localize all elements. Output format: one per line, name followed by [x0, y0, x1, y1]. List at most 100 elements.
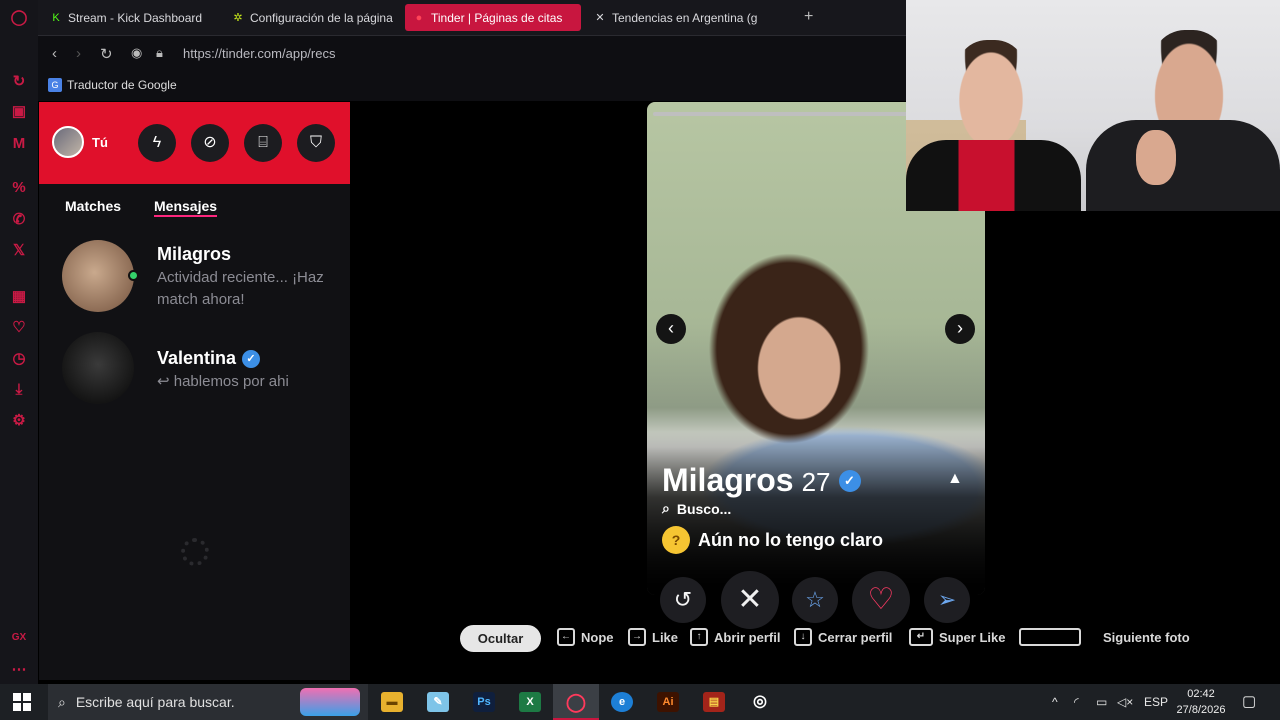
more-icon[interactable]: ⋯ — [9, 660, 29, 680]
tab-tinder[interactable]: ● Tinder | Páginas de citas — [405, 4, 581, 31]
reload-icon[interactable]: ↻ — [100, 45, 113, 63]
compass-icon: ⊘ — [203, 134, 217, 151]
new-tab-button[interactable]: + — [804, 8, 813, 26]
battery-icon[interactable]: ▭ — [1096, 684, 1107, 720]
arrow-right-key-icon: → — [628, 628, 646, 646]
notes-app-icon[interactable]: ✎ — [427, 692, 449, 712]
verified-badge-icon: ✓ — [838, 469, 861, 492]
webcam-overlay — [906, 0, 1280, 211]
download-icon[interactable]: ⤓ — [9, 380, 29, 400]
rewind-button[interactable]: ↺ — [660, 577, 706, 623]
tab-settings[interactable]: ✲ Configuración de la página — [224, 4, 400, 31]
notifications-icon[interactable]: ▢ — [1242, 684, 1256, 720]
back-icon[interactable]: ‹ — [52, 45, 57, 62]
lock-icon[interactable]: 🔒︎ — [156, 45, 163, 61]
close-icon: ✕ — [737, 583, 763, 616]
x-icon[interactable]: 𝕏 — [9, 241, 29, 261]
arrow-down-key-icon: ↓ — [794, 628, 812, 646]
chevron-up-icon[interactable]: ^ — [1052, 684, 1058, 720]
looking-for-value: ? Aún no lo tengo claro — [662, 526, 883, 554]
kick-icon: K — [52, 11, 60, 24]
clock-icon[interactable]: ◷ — [9, 349, 29, 369]
taskbar-search[interactable]: ⌕ Escribe aquí para buscar. — [48, 684, 368, 720]
apps-icon[interactable]: ▦ — [9, 287, 29, 307]
settings-icon[interactable]: ⚙ — [9, 411, 29, 431]
tab-trends[interactable]: ✕ Tendencias en Argentina (g — [586, 4, 758, 31]
google-translate-icon: G — [48, 78, 62, 92]
thinking-face-icon: ? — [662, 526, 690, 554]
shortcut-open-profile: ↑ Abrir perfil — [690, 628, 780, 646]
my-profile-button[interactable]: Tú — [52, 126, 108, 158]
arrow-left-key-icon: ← — [557, 628, 575, 646]
search-highlight-icon — [300, 688, 360, 716]
whatsapp-icon[interactable]: ✆ — [9, 210, 29, 230]
tab-label: Stream - Kick Dashboard — [68, 10, 203, 25]
wallet-icon[interactable]: ▣ — [9, 102, 29, 122]
avatar — [62, 332, 134, 404]
like-button[interactable]: ♡ — [852, 571, 910, 629]
open-profile-icon[interactable]: ▲ — [947, 470, 963, 488]
previous-photo-button[interactable]: ‹ — [656, 314, 686, 344]
streamer-left-jacket — [906, 140, 1081, 211]
nope-button[interactable]: ✕ — [721, 571, 779, 629]
super-like-button[interactable]: ☆ — [792, 577, 838, 623]
boost-button[interactable]: ϟ — [138, 124, 176, 162]
volume-muted-icon[interactable]: ◁× — [1117, 684, 1133, 720]
clock[interactable]: 02:42 27/8/2026 — [1172, 686, 1230, 718]
conversation-name: Valentina ✓ — [157, 348, 261, 369]
conversation-preview: Actividad reciente... ¡Haz match ahora! — [157, 269, 324, 308]
forward-icon[interactable]: › — [76, 45, 81, 62]
obs-icon[interactable]: ◎ — [749, 692, 771, 712]
heart-icon[interactable]: ♡ — [9, 318, 29, 338]
tab-matches[interactable]: Matches — [65, 198, 121, 214]
profile-name-row: Milagros 27 ✓ — [662, 462, 861, 499]
conversation-item[interactable]: Valentina ✓ ↩ hablemos por ahi — [39, 326, 350, 416]
excel-icon[interactable]: X — [519, 692, 541, 712]
mail-icon[interactable]: M — [9, 134, 29, 154]
language-indicator[interactable]: ESP — [1144, 684, 1168, 720]
online-indicator — [128, 270, 139, 281]
avatar — [52, 126, 84, 158]
tab-kick[interactable]: K Stream - Kick Dashboard — [42, 4, 222, 31]
shortcut-next-photo: Siguiente foto — [1019, 628, 1190, 646]
gx-icon[interactable]: GX — [9, 628, 29, 648]
location-icon[interactable]: ◉ — [131, 45, 142, 61]
hide-shortcuts-button[interactable]: Ocultar — [460, 625, 541, 652]
url-field[interactable]: https://tinder.com/app/recs — [183, 46, 335, 61]
next-photo-button[interactable]: › — [945, 314, 975, 344]
conversation-name: Milagros — [157, 244, 232, 264]
browser-sidebar: ◯ ↻ ▣ M % ✆ 𝕏 ▦ ♡ ◷ ⤓ ⚙ GX ⋯ — [0, 0, 38, 684]
profile-age: 27 — [801, 467, 831, 497]
file-explorer-icon[interactable]: ▬ — [381, 692, 403, 712]
tinder-sidebar-header: Tú ϟ ⊘ ⌸ ⛉ — [39, 102, 350, 184]
search-icon: ⌕ — [662, 500, 670, 516]
opera-logo-icon[interactable]: ◯ — [9, 8, 29, 28]
chevron-right-icon: › — [957, 318, 963, 338]
boost-send-button[interactable]: ➢ — [924, 577, 970, 623]
conversation-item[interactable]: Milagros Actividad reciente... ¡Haz matc… — [39, 234, 350, 324]
history-icon[interactable]: ↻ — [9, 72, 29, 92]
shortcut-nope: ← Nope — [557, 628, 614, 646]
looking-for-label: ⌕ Busco... — [662, 500, 732, 517]
explore-button[interactable]: ⊘ — [191, 124, 229, 162]
loading-spinner-icon — [181, 538, 209, 566]
edge-icon[interactable]: e — [611, 692, 633, 712]
illustrator-icon[interactable]: Ai — [657, 692, 679, 712]
taskbar: ⌕ Escribe aquí para buscar. ▬ ✎ Ps X ◯ e… — [0, 684, 1280, 720]
wifi-icon[interactable]: ◜ — [1074, 684, 1079, 720]
photoshop-icon[interactable]: Ps — [473, 692, 495, 712]
winrar-icon[interactable]: ▤ — [703, 692, 725, 712]
star-icon: ☆ — [805, 587, 825, 612]
safety-button[interactable]: ⛉ — [297, 124, 335, 162]
windows-start-icon[interactable] — [13, 693, 31, 711]
percent-icon[interactable]: % — [9, 178, 29, 198]
work-mode-button[interactable]: ⌸ — [244, 124, 282, 162]
lightning-icon: ϟ — [152, 134, 162, 151]
heart-icon: ♡ — [867, 583, 895, 616]
streamer-right-hand — [1136, 130, 1176, 185]
bookmark-translate[interactable]: G Traductor de Google — [48, 78, 177, 92]
tab-label: Configuración de la página — [250, 10, 393, 25]
rewind-icon: ↺ — [673, 587, 693, 612]
tab-messages[interactable]: Mensajes — [154, 198, 218, 217]
send-icon: ➢ — [937, 587, 957, 612]
